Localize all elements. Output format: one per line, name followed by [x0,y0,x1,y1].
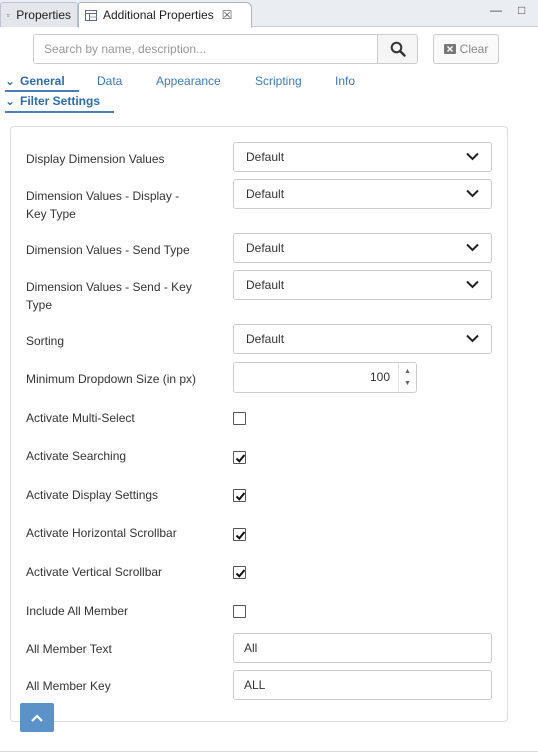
maximize-icon[interactable]: □ [518,4,525,16]
dimension-values-send-key-type-label: Dimension Values - Send - Key Type [26,280,192,312]
properties-icon [7,13,11,17]
tab-appearance[interactable]: Appearance [156,74,221,88]
clear-button[interactable]: Clear [433,34,499,64]
activate-vertical-scrollbar-label: Activate Vertical Scrollbar [26,565,163,579]
scroll-to-top-button[interactable] [20,703,54,732]
dimension-values-display-key-type-select[interactable]: Default [233,179,492,209]
arrow-down-icon[interactable]: ▼ [404,380,411,387]
checkmark-icon [235,569,246,578]
activate-vertical-scrollbar-checkbox[interactable] [233,566,246,579]
checkmark-icon [235,454,246,463]
minimum-dropdown-size-label: Minimum Dropdown Size (in px) [26,372,197,386]
chevron-down-icon [466,152,479,161]
tab-scripting[interactable]: Scripting [255,74,302,88]
search-input[interactable] [34,35,377,63]
activate-horizontal-scrollbar-checkbox[interactable] [233,528,246,541]
select-value: Default [246,332,285,346]
sorting-label: Sorting [26,334,65,348]
bottom-divider [0,751,538,752]
minimum-dropdown-size-stepper[interactable]: 100 ▲ ▼ [233,362,417,393]
include-all-member-checkbox[interactable] [233,605,246,618]
property-tabs: ⌄ General Data Appearance Scripting Info [0,72,538,92]
tab-general[interactable]: ⌄ General [5,74,65,88]
checkmark-icon [235,492,246,501]
view-tab-bar: Properties Additional Properties ☒ — □ [0,0,538,28]
activate-display-settings-label: Activate Display Settings [26,488,159,502]
checkmark-icon [235,531,246,540]
properties-icon [85,9,97,21]
all-member-text-field[interactable]: All [233,633,492,663]
activate-horizontal-scrollbar-label: Activate Horizontal Scrollbar [26,526,177,540]
sorting-select[interactable]: Default [233,324,492,354]
select-value: Default [246,187,285,201]
stepper-arrows: ▲ ▼ [398,363,416,392]
minimize-icon[interactable]: — [490,4,502,16]
clear-icon [443,44,456,54]
tab-additional-properties-label: Additional Properties [103,8,214,22]
display-dimension-values-select[interactable]: Default [233,142,492,172]
tab-general-underline [5,90,79,92]
activate-display-settings-checkbox[interactable] [233,489,246,502]
stepper-value: 100 [369,370,390,384]
activate-multi-select-checkbox[interactable] [233,412,246,425]
select-value: Default [246,241,285,255]
activate-searching-label: Activate Searching [26,449,127,463]
section-filter-settings[interactable]: ⌄ Filter Settings [5,94,100,108]
chevron-down-icon [466,334,479,343]
tab-general-label: General [20,74,65,88]
chevron-up-icon [31,713,43,722]
select-value: Default [246,278,285,292]
search-button[interactable] [377,35,417,63]
dimension-values-send-key-type-select[interactable]: Default [233,270,492,300]
section-title: Filter Settings [20,94,101,108]
tab-additional-properties[interactable]: Additional Properties ☒ [78,2,252,28]
arrow-up-icon[interactable]: ▲ [404,368,411,375]
chevron-down-icon: ⌄ [5,74,16,88]
all-member-key-field[interactable]: ALL [233,670,492,700]
chevron-down-icon [466,243,479,252]
search-icon [390,41,406,57]
display-dimension-values-label: Display Dimension Values [26,152,165,166]
section-underline [5,111,114,113]
include-all-member-label: Include All Member [26,604,129,618]
chevron-down-icon [466,280,479,289]
close-icon[interactable]: ☒ [222,8,233,22]
chevron-down-icon: ⌄ [5,94,16,108]
select-value: Default [246,150,285,164]
activate-searching-checkbox[interactable] [233,451,246,464]
tab-info[interactable]: Info [335,74,355,88]
all-member-key-label: All Member Key [26,679,111,693]
clear-button-label: Clear [459,42,489,56]
dimension-values-display-key-type-label: Dimension Values - Display - Key Type [26,189,180,221]
activate-multi-select-label: Activate Multi-Select [26,411,135,425]
chevron-down-icon [466,189,479,198]
all-member-text-label: All Member Text [26,642,112,656]
tab-properties[interactable]: Properties [0,2,78,27]
tab-properties-label: Properties [16,8,71,22]
search-box [33,34,418,64]
dimension-values-send-type-label: Dimension Values - Send Type [26,243,190,257]
dimension-values-send-type-select[interactable]: Default [233,233,492,263]
tab-data[interactable]: Data [97,74,122,88]
